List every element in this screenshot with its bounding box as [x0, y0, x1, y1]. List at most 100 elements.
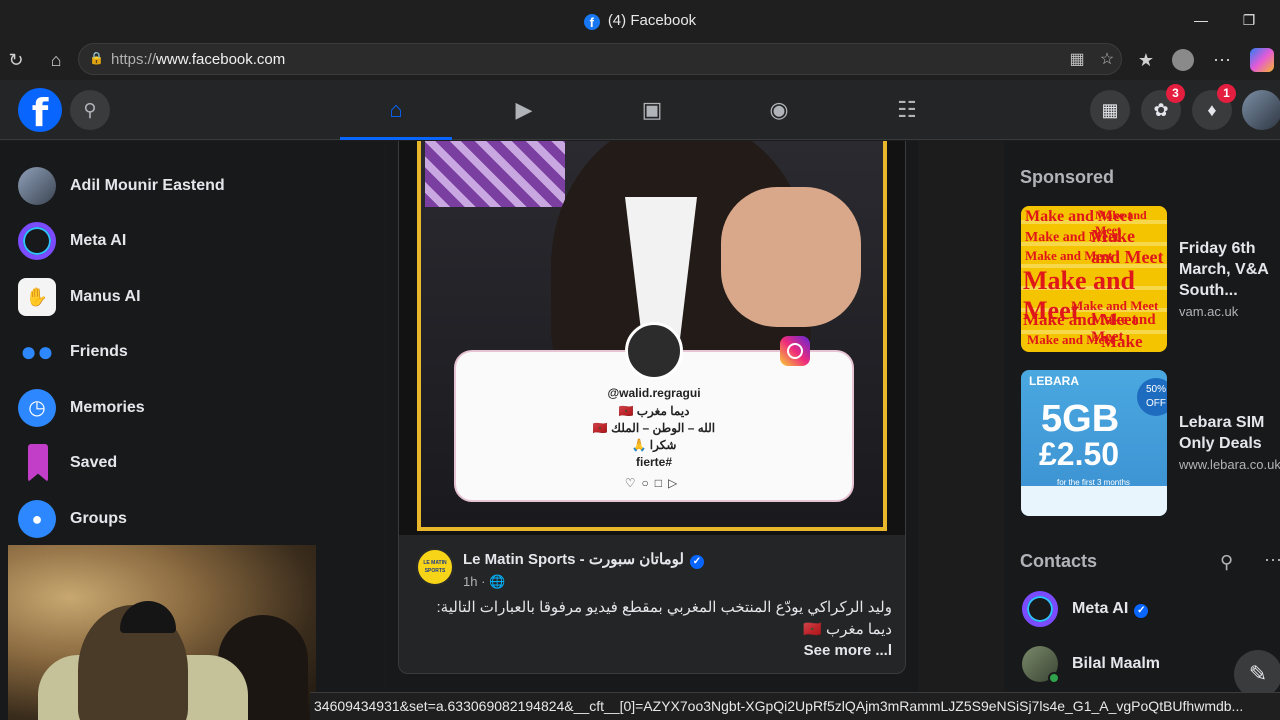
page-name-text: Le Matin Sports - لوماتان سبورت: [463, 551, 684, 568]
messenger-icon: ✿: [1153, 100, 1169, 120]
ad-image-lebara[interactable]: LEBARA 50% OFF 5GB £2.50 for the first 3…: [1021, 370, 1167, 516]
instagram-line-3: شكرا 🙏: [631, 438, 677, 452]
ad-image-text: Make and Meet: [1101, 332, 1143, 351]
page-avatar[interactable]: LE MATIN SPORTS: [416, 548, 454, 586]
more-options-icon[interactable]: ⋯: [1210, 48, 1234, 72]
gaming-icon: ☷: [897, 97, 917, 122]
tab-video[interactable]: ▶: [468, 80, 580, 140]
instagram-handle: @walid.regragui: [607, 386, 701, 400]
sidebar-item-label: Saved: [70, 454, 118, 471]
sponsored-heading: Sponsored: [1020, 167, 1115, 187]
verified-badge-icon: ✓: [689, 555, 704, 569]
post-text-line-2: ديما مغرب 🇲🇦: [803, 621, 892, 638]
contacts-search-icon[interactable]: ⚲: [1220, 552, 1233, 573]
window-title-text: (4) Facebook: [607, 12, 697, 29]
status-url-text: 34609434931&set=a.633069082194824&__cft_…: [314, 698, 1244, 714]
post-time-text: 1h ·: [463, 574, 486, 589]
instagram-avatar: [625, 322, 683, 380]
groups-icon: ●: [18, 500, 56, 538]
menu-grid-button[interactable]: ▦: [1090, 90, 1130, 130]
browser-profile-icon[interactable]: [1172, 49, 1194, 71]
post-text-line-1: وليد الركراكي يودّع المنتخب المغربي بمقط…: [436, 599, 892, 616]
url-text[interactable]: https://www.facebook.com: [111, 51, 285, 68]
compose-icon: ✎: [1248, 661, 1268, 686]
ad-title-vam[interactable]: Friday 6th March, V&A South...: [1179, 238, 1279, 301]
comment-icon: ○: [641, 476, 655, 490]
messenger-badge: 3: [1166, 84, 1185, 103]
home-icon[interactable]: ⌂: [44, 48, 68, 72]
tab-marketplace[interactable]: ▣: [596, 80, 708, 140]
window-title: f (4) Facebook: [0, 12, 1280, 30]
contacts-more-icon[interactable]: ⋯: [1264, 550, 1280, 571]
notifications-badge: 1: [1217, 84, 1236, 103]
memories-icon: ◷: [18, 389, 56, 427]
share-icon: ▷: [668, 476, 684, 490]
page-avatar-text: LE MATIN SPORTS: [423, 559, 447, 574]
sidebar-item-friends[interactable]: ●● Friends: [18, 331, 368, 371]
tab-groups[interactable]: ◉: [723, 80, 835, 140]
instagram-line-2: الله – الوطن – الملك 🇲🇦: [592, 421, 716, 435]
sidebar-item-saved[interactable]: Saved: [18, 442, 368, 482]
instagram-actions: ♡○□▷: [454, 476, 854, 490]
contact-name: Meta AI ✓: [1072, 600, 1149, 618]
url-field[interactable]: 🔒 https://www.facebook.com ▦ ☆: [78, 43, 1122, 75]
favorites-icon[interactable]: ★: [1134, 48, 1158, 72]
contact-meta-ai[interactable]: Meta AI ✓: [1020, 591, 1280, 631]
ad-price: £2.50: [1039, 436, 1120, 472]
lebara-logo: LEBARA: [1029, 374, 1079, 388]
ad-title-lebara[interactable]: Lebara SIM Only Deals: [1179, 412, 1279, 454]
sidebar-item-label: Manus AI: [70, 288, 141, 305]
minimize-icon[interactable]: —: [1186, 8, 1216, 32]
favorite-star-icon[interactable]: ☆: [1097, 50, 1117, 70]
page-name-link[interactable]: Le Matin Sports - لوماتان سبورت ✓: [463, 550, 704, 569]
marketplace-icon: ▣: [641, 97, 663, 122]
messenger-button[interactable]: ✿ 3: [1141, 84, 1185, 130]
ad-sim-cards: [1021, 486, 1167, 516]
see-more-link[interactable]: See more ...l: [714, 642, 892, 659]
grid-icon: ▦: [1101, 100, 1119, 120]
ad-data-amount: 5GB: [1041, 398, 1120, 440]
globe-icon: 🌐: [489, 574, 506, 589]
bell-icon: ♦: [1207, 100, 1217, 120]
home-icon: ⌂: [389, 97, 403, 122]
video-icon: ▶: [515, 97, 533, 122]
ad-image-make-and-meet[interactable]: Make and Meet Make and Meet Make and Mee…: [1021, 206, 1167, 352]
new-message-button[interactable]: ✎: [1234, 650, 1280, 698]
sidebar-item-meta-ai[interactable]: Meta AI: [18, 220, 368, 260]
sidebar-item-label: Friends: [70, 343, 128, 360]
sidebar-item-profile[interactable]: Adil Mounir Eastend: [18, 165, 368, 205]
discount-badge: 50% OFF: [1137, 378, 1167, 416]
manus-ai-icon: ✋: [18, 278, 56, 316]
heart-icon: ♡: [624, 476, 642, 490]
browser-address-bar: ↻ ⌂ 🔒 https://www.facebook.com ▦ ☆ ★ ⋯: [0, 40, 1280, 80]
tab-home[interactable]: ⌂: [340, 80, 452, 140]
notifications-button[interactable]: ♦ 1: [1192, 84, 1236, 130]
search-icon[interactable]: ⚲: [70, 90, 110, 130]
facebook-logo-icon[interactable]: f: [18, 88, 62, 135]
copilot-icon[interactable]: [1250, 48, 1274, 72]
reload-icon[interactable]: ↻: [4, 48, 28, 72]
sidebar-item-label: Adil Mounir Eastend: [70, 177, 225, 194]
tab-gaming[interactable]: ☷: [851, 80, 963, 140]
post-timestamp[interactable]: 1h · 🌐: [463, 574, 505, 590]
contacts-heading: Contacts: [1020, 551, 1098, 571]
link-status-bar: 34609434931&set=a.633069082194824&__cft_…: [310, 692, 1280, 720]
sidebar-item-groups[interactable]: ● Groups: [18, 498, 368, 538]
ad-url-lebara: www.lebara.co.uk: [1179, 457, 1280, 472]
profile-avatar: [18, 167, 56, 205]
sidebar-item-memories[interactable]: ◷ Memories: [18, 387, 368, 427]
verified-badge-icon: ✓: [1134, 604, 1149, 618]
webcam-overlay: [8, 545, 316, 720]
lock-icon: 🔒: [89, 51, 104, 65]
sidebar-item-label: Memories: [70, 399, 145, 416]
sidebar-item-manus-ai[interactable]: ✋ Manus AI: [18, 276, 368, 316]
split-screen-icon[interactable]: ▦: [1067, 50, 1087, 70]
meta-ai-icon: [1022, 591, 1058, 627]
account-avatar[interactable]: [1242, 90, 1280, 130]
restore-icon[interactable]: ❐: [1234, 8, 1264, 32]
instagram-line-4: fierte#: [635, 455, 673, 469]
online-status-icon: [1048, 672, 1060, 684]
sidebar-item-label: Meta AI: [70, 232, 127, 249]
instagram-icon: [780, 336, 810, 366]
post-image-background: [425, 141, 565, 207]
